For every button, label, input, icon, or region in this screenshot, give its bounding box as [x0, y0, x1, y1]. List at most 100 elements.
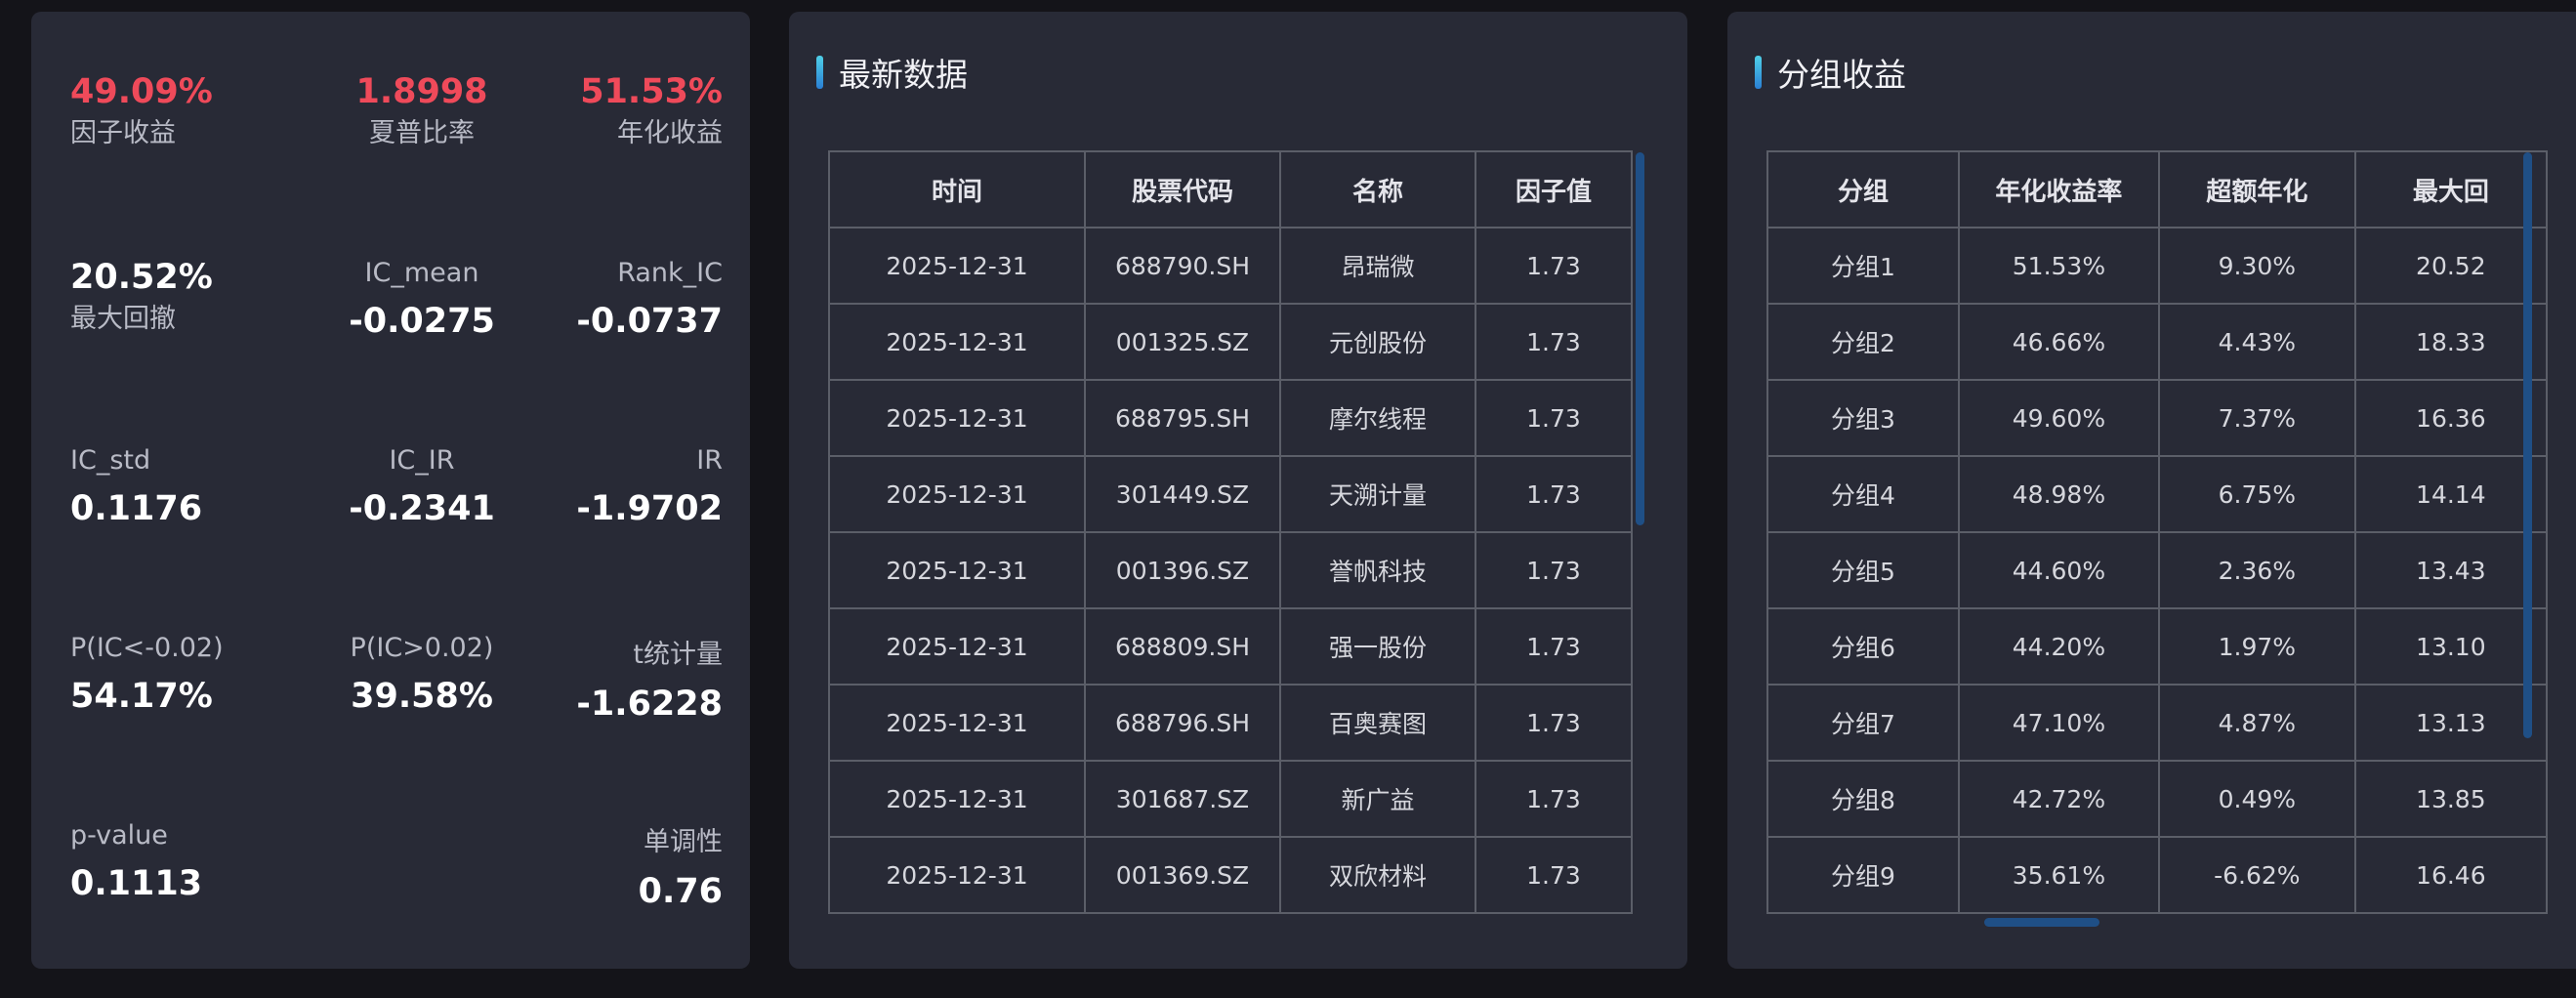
cell-excess-annual: 4.87%: [2157, 684, 2356, 762]
cell-max-drawdown: 13.43: [2353, 531, 2548, 609]
table-row[interactable]: 2025-12-31 001396.SZ 誉帆科技 1.73: [828, 531, 1633, 609]
cell-annual-return: 49.60%: [1957, 379, 2160, 457]
table-row[interactable]: 2025-12-31 688809.SH 强一股份 1.73: [828, 607, 1633, 686]
column-header-factor-value[interactable]: 因子值: [1475, 150, 1633, 229]
metric-9: P(IC<-0.02) 54.17%: [70, 633, 246, 716]
column-header-group[interactable]: 分组: [1766, 150, 1960, 229]
table-row[interactable]: 分组3 49.60% 7.37% 16.36: [1766, 379, 2548, 457]
metric-label: Rank_IC: [617, 258, 723, 288]
metrics-panel: 49.09% 因子收益 1.8998 夏普比率 51.53% 年化收益 20.52% 最大回撤…: [31, 12, 750, 969]
cell-time: 2025-12-31: [828, 379, 1086, 457]
cell-factor-value: 1.73: [1475, 836, 1633, 914]
cell-group: 分组2: [1766, 303, 1960, 381]
metric-value: 0.76: [638, 872, 723, 911]
cell-factor-value: 1.73: [1475, 303, 1633, 381]
cell-time: 2025-12-31: [828, 684, 1086, 762]
column-header-max-drawdown[interactable]: 最大回: [2353, 150, 2548, 229]
panel-header: 最新数据: [816, 49, 968, 96]
table-row[interactable]: 2025-12-31 301449.SZ 天溯计量 1.73: [828, 455, 1633, 533]
panel-title: 最新数据: [839, 56, 968, 94]
metric-label: p-value: [70, 820, 168, 851]
table-row[interactable]: 分组8 42.72% 0.49% 13.85: [1766, 760, 2548, 838]
table-row[interactable]: 2025-12-31 688790.SH 昂瑞微 1.73: [828, 227, 1633, 305]
metric-value: 54.17%: [70, 677, 213, 716]
panel-header: 分组收益: [1755, 49, 1906, 96]
cell-stock-code: 301449.SZ: [1084, 455, 1281, 533]
metric-label: P(IC<-0.02): [70, 633, 224, 663]
cell-time: 2025-12-31: [828, 760, 1086, 838]
cell-max-drawdown: 18.33: [2353, 303, 2548, 381]
column-header-time[interactable]: 时间: [828, 150, 1086, 229]
cell-name: 元创股份: [1279, 303, 1476, 381]
cell-max-drawdown: 14.14: [2353, 455, 2548, 533]
cell-time: 2025-12-31: [828, 607, 1086, 686]
metric-1: 1.8998 夏普比率: [314, 72, 529, 149]
table-row[interactable]: 分组6 44.20% 1.97% 13.10: [1766, 607, 2548, 686]
metric-value: 20.52%: [70, 258, 213, 297]
vertical-scrollbar[interactable]: [1636, 152, 1644, 525]
metric-value: -0.2341: [349, 489, 495, 528]
cell-excess-annual: 1.97%: [2157, 607, 2356, 686]
table-row[interactable]: 分组4 48.98% 6.75% 14.14: [1766, 455, 2548, 533]
metric-label: IC_IR: [389, 445, 455, 476]
metric-value: 51.53%: [580, 72, 723, 111]
cell-excess-annual: 2.36%: [2157, 531, 2356, 609]
cell-group: 分组6: [1766, 607, 1960, 686]
column-header-annual-return[interactable]: 年化收益率: [1957, 150, 2160, 229]
cell-stock-code: 301687.SZ: [1084, 760, 1281, 838]
metric-label: 因子收益: [70, 118, 176, 148]
table-row[interactable]: 分组9 35.61% -6.62% 16.46: [1766, 836, 2548, 914]
table-row[interactable]: 分组7 47.10% 4.87% 13.13: [1766, 684, 2548, 762]
cell-name: 摩尔线程: [1279, 379, 1476, 457]
metric-value: -0.0275: [349, 302, 495, 341]
table-row[interactable]: 2025-12-31 688795.SH 摩尔线程 1.73: [828, 379, 1633, 457]
metric-label: IR: [696, 445, 723, 476]
table-row[interactable]: 2025-12-31 001325.SZ 元创股份 1.73: [828, 303, 1633, 381]
cell-stock-code: 001325.SZ: [1084, 303, 1281, 381]
metric-8: IR -1.9702: [529, 445, 723, 528]
cell-annual-return: 51.53%: [1957, 227, 2160, 305]
cell-factor-value: 1.73: [1475, 227, 1633, 305]
cell-factor-value: 1.73: [1475, 455, 1633, 533]
vertical-scrollbar[interactable]: [2523, 152, 2532, 738]
table-row[interactable]: 分组5 44.60% 2.36% 13.43: [1766, 531, 2548, 609]
table-row[interactable]: 2025-12-31 001369.SZ 双欣材料 1.73: [828, 836, 1633, 914]
group-returns-table: 分组 年化收益率 超额年化 最大回 分组1 51.53% 9.30% 20.52 分组2 46.…: [1766, 150, 2548, 914]
metric-10: P(IC>0.02) 39.58%: [314, 633, 529, 716]
cell-name: 天溯计量: [1279, 455, 1476, 533]
cell-annual-return: 46.66%: [1957, 303, 2160, 381]
cell-group: 分组3: [1766, 379, 1960, 457]
metric-value: 0.1113: [70, 864, 203, 903]
latest-table-viewport[interactable]: 时间 股票代码 名称 因子值 2025-12-31 688790.SH 昂瑞微 1.73 20…: [828, 150, 1650, 943]
metric-7: IC_IR -0.2341: [314, 445, 529, 528]
table-row[interactable]: 分组1 51.53% 9.30% 20.52: [1766, 227, 2548, 305]
cell-name: 誉帆科技: [1279, 531, 1476, 609]
metric-value: -1.6228: [576, 685, 723, 724]
cell-annual-return: 42.72%: [1957, 760, 2160, 838]
metric-value: 39.58%: [351, 677, 493, 716]
latest-data-panel: 最新数据 时间 股票代码 名称 因子值 2025-12-31 688790.SH 昂瑞微 1…: [789, 12, 1687, 969]
column-header-stock-code[interactable]: 股票代码: [1084, 150, 1281, 229]
cell-name: 强一股份: [1279, 607, 1476, 686]
metric-13: [314, 820, 529, 834]
table-row[interactable]: 2025-12-31 301687.SZ 新广益 1.73: [828, 760, 1633, 838]
cell-stock-code: 688795.SH: [1084, 379, 1281, 457]
cell-max-drawdown: 16.46: [2353, 836, 2548, 914]
table-row[interactable]: 2025-12-31 688796.SH 百奥赛图 1.73: [828, 684, 1633, 762]
cell-group: 分组7: [1766, 684, 1960, 762]
title-accent-bar: [1755, 56, 1762, 89]
horizontal-scrollbar[interactable]: [1984, 918, 2099, 927]
metric-label: IC_mean: [364, 258, 479, 288]
metric-value: 49.09%: [70, 72, 213, 111]
column-header-excess-annual[interactable]: 超额年化: [2157, 150, 2356, 229]
metric-6: IC_std 0.1176: [70, 445, 246, 528]
group-table-viewport[interactable]: 分组 年化收益率 超额年化 最大回 分组1 51.53% 9.30% 20.52 分组2 46.…: [1766, 150, 2548, 943]
metric-3: 20.52% 最大回撤: [70, 258, 246, 335]
metric-value: 0.1176: [70, 489, 203, 528]
cell-name: 百奥赛图: [1279, 684, 1476, 762]
table-row[interactable]: 分组2 46.66% 4.43% 18.33: [1766, 303, 2548, 381]
metric-label: IC_std: [70, 445, 151, 476]
cell-max-drawdown: 16.36: [2353, 379, 2548, 457]
cell-name: 双欣材料: [1279, 836, 1476, 914]
column-header-name[interactable]: 名称: [1279, 150, 1476, 229]
